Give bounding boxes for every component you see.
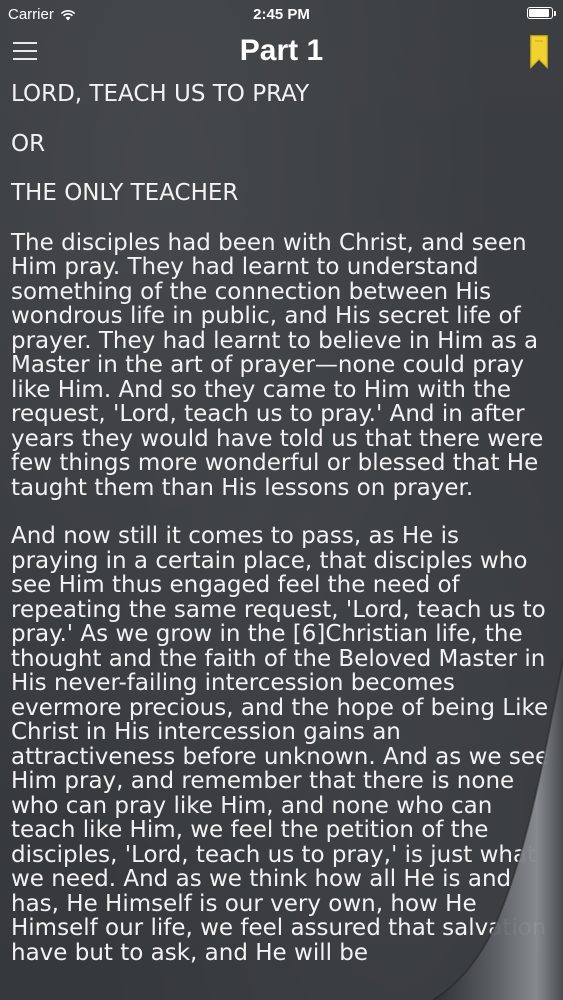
title-or: OR bbox=[11, 130, 46, 157]
navigation-bar: Part 1 bbox=[0, 30, 563, 74]
status-time: 2:45 PM bbox=[253, 6, 310, 23]
battery-fill bbox=[529, 9, 549, 17]
battery-icon bbox=[527, 7, 556, 19]
bookmark-icon[interactable] bbox=[529, 35, 549, 73]
status-bar: Carrier 2:45 PM bbox=[0, 0, 563, 30]
paragraph-1: The disciples had been with Christ, and … bbox=[11, 229, 544, 501]
page-title: Part 1 bbox=[239, 34, 324, 67]
book-subtitle: THE ONLY TEACHER bbox=[11, 180, 239, 206]
reader-content: LORD, TEACH US TO PRAY OR THE ONLY TEACH… bbox=[11, 82, 553, 989]
paragraph-2: And now still it comes to pass, as He is… bbox=[11, 523, 550, 966]
book-title: LORD, TEACH US TO PRAY bbox=[11, 81, 310, 107]
battery-outline bbox=[527, 7, 556, 19]
